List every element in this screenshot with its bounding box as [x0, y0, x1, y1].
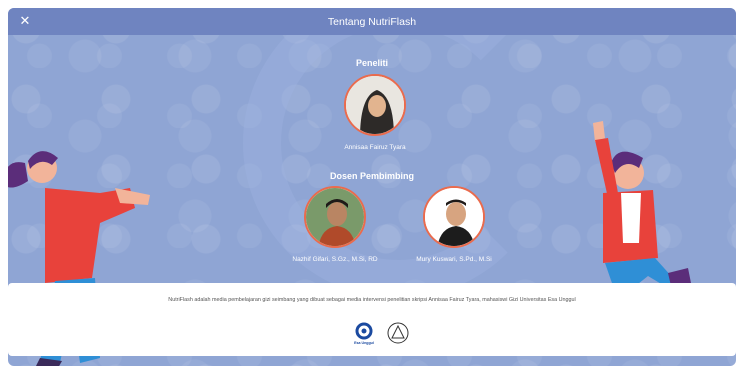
avatar	[423, 186, 485, 248]
supervisor-name: Mury Kuswari, S.Pd., M.Si	[416, 256, 492, 263]
close-button[interactable]: ✕	[16, 12, 34, 30]
supervisor-name: Nazhif Gifari, S.Gz., M.Si, RD	[292, 256, 378, 263]
avatar	[344, 74, 406, 136]
supervisor-card: Mury Kuswari, S.Pd., M.Si	[389, 186, 519, 263]
dialog-header: ✕ Tentang NutriFlash	[8, 8, 736, 35]
researcher-name: Annisaa Fairuz Tyara	[344, 144, 406, 151]
supervisor-card: Nazhif Gifari, S.Gz., M.Si, RD	[270, 186, 400, 263]
esa-unggul-label: Esa Unggul	[354, 341, 374, 345]
close-icon: ✕	[19, 13, 31, 28]
avatar	[304, 186, 366, 248]
esa-unggul-logo: Esa Unggul	[352, 321, 376, 345]
dialog-title: Tentang NutriFlash	[327, 15, 417, 28]
about-dialog: ✕ Tentang NutriFlash Peneliti Annisaa Fa…	[8, 8, 736, 366]
footer-panel: NutriFlash adalah media pembelajaran giz…	[8, 283, 736, 356]
dosen-heading: Dosen Pembimbing	[329, 171, 414, 181]
description-text: NutriFlash adalah media pembelajaran giz…	[168, 297, 576, 303]
peneliti-heading: Peneliti	[355, 58, 388, 68]
department-seal-logo	[386, 321, 410, 345]
researcher-card: Annisaa Fairuz Tyara	[310, 74, 440, 151]
